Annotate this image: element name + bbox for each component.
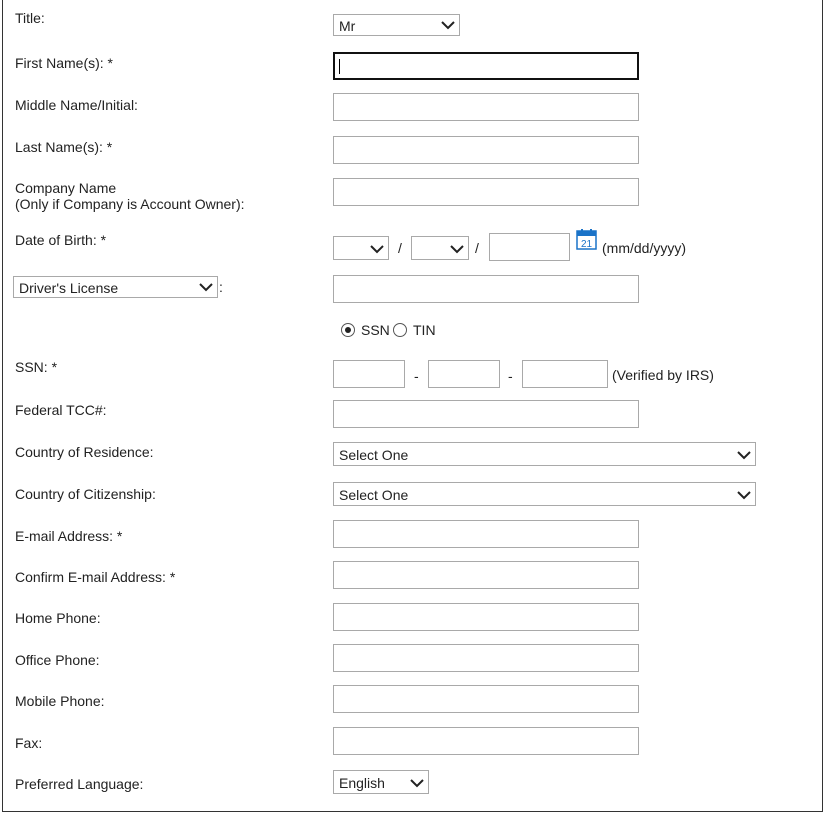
company-name-note: (Only if Company is Account Owner): — [15, 196, 245, 212]
dob-format-hint: (mm/dd/yyyy) — [602, 240, 686, 256]
chevron-down-icon — [441, 21, 455, 30]
chevron-down-icon — [199, 283, 213, 292]
language-select-value: English — [339, 775, 385, 791]
confirm-email-input[interactable] — [333, 561, 639, 589]
ssn-part2-input[interactable] — [428, 360, 500, 388]
fax-input[interactable] — [333, 727, 639, 755]
dob-separator: / — [398, 240, 402, 256]
dob-year-input[interactable] — [489, 233, 570, 261]
chevron-down-icon — [450, 245, 464, 254]
company-name-label: Company Name — [15, 180, 117, 196]
id-type-select-value: Driver's License — [19, 280, 119, 296]
registration-form: Title: Mr First Name(s): * Middle Name/I… — [2, 0, 823, 812]
citizenship-select[interactable]: Select One — [333, 482, 756, 506]
email-input[interactable] — [333, 520, 639, 548]
tcc-label: Federal TCC#: — [15, 402, 107, 418]
language-label: Preferred Language: — [15, 776, 144, 792]
ssn-part3-input[interactable] — [522, 360, 608, 388]
residence-label: Country of Residence: — [15, 444, 154, 460]
tin-radio[interactable] — [393, 323, 407, 337]
text-caret — [339, 59, 340, 74]
last-name-label: Last Name(s): * — [15, 139, 113, 155]
chevron-down-icon — [737, 491, 751, 500]
ssn-dash: - — [414, 368, 419, 384]
home-phone-label: Home Phone: — [15, 610, 101, 626]
dob-separator: / — [475, 240, 479, 256]
ssn-radio[interactable] — [341, 323, 355, 337]
email-label: E-mail Address: * — [15, 528, 123, 544]
ssn-label: SSN: * — [15, 359, 58, 375]
first-name-input[interactable] — [333, 52, 639, 80]
fax-label: Fax: — [15, 735, 43, 751]
first-name-label: First Name(s): * — [15, 55, 113, 71]
office-phone-label: Office Phone: — [15, 652, 100, 668]
tcc-input[interactable] — [333, 400, 639, 428]
title-select[interactable]: Mr — [333, 14, 460, 36]
citizenship-label: Country of Citizenship: — [15, 486, 156, 502]
dob-month-select[interactable] — [333, 236, 389, 260]
calendar-day: 21 — [581, 239, 593, 250]
middle-name-input[interactable] — [333, 93, 639, 121]
mobile-phone-label: Mobile Phone: — [15, 693, 105, 709]
last-name-input[interactable] — [333, 136, 639, 164]
title-label: Title: — [15, 10, 45, 26]
ssn-part1-input[interactable] — [333, 360, 405, 388]
id-type-colon: : — [219, 279, 223, 295]
ssn-radio-label: SSN — [361, 322, 390, 338]
id-number-input[interactable] — [333, 275, 639, 303]
citizenship-select-value: Select One — [339, 487, 409, 503]
dob-day-select[interactable] — [411, 236, 469, 260]
chevron-down-icon — [737, 451, 751, 460]
id-type-select[interactable]: Driver's License — [13, 276, 218, 298]
residence-select-value: Select One — [339, 447, 409, 463]
confirm-email-label: Confirm E-mail Address: * — [15, 569, 176, 585]
office-phone-input[interactable] — [333, 644, 639, 672]
title-select-value: Mr — [339, 18, 356, 34]
language-select[interactable]: English — [333, 770, 429, 794]
ssn-dash: - — [508, 368, 513, 384]
tin-radio-label: TIN — [413, 322, 436, 338]
middle-name-label: Middle Name/Initial: — [15, 97, 138, 113]
chevron-down-icon — [410, 779, 424, 788]
mobile-phone-input[interactable] — [333, 685, 639, 713]
home-phone-input[interactable] — [333, 603, 639, 631]
calendar-icon[interactable]: 21 — [576, 229, 597, 250]
residence-select[interactable]: Select One — [333, 442, 756, 466]
ssn-verified-note: (Verified by IRS) — [612, 367, 714, 383]
company-name-input[interactable] — [333, 178, 639, 206]
chevron-down-icon — [370, 245, 384, 254]
dob-label: Date of Birth: * — [15, 232, 107, 248]
